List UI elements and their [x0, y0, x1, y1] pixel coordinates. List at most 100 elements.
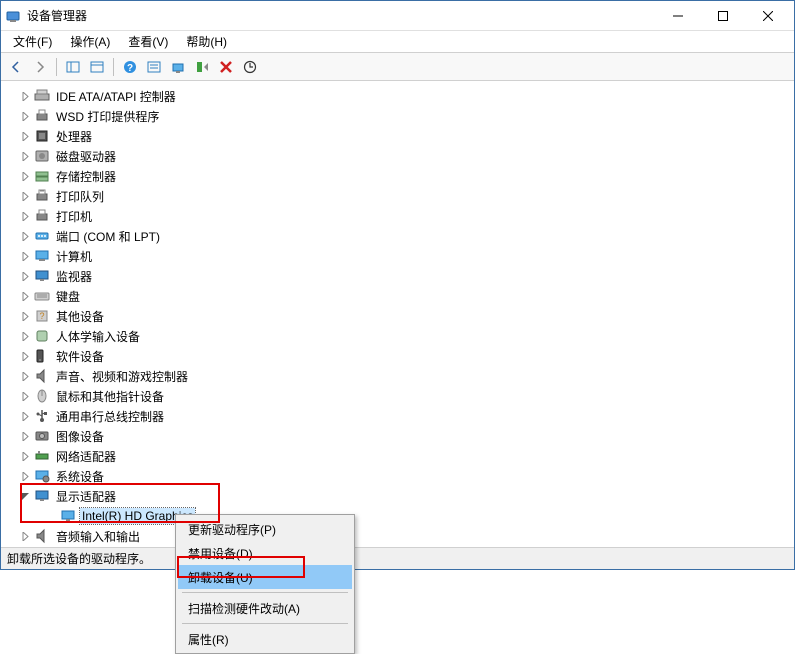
disable-button[interactable] — [191, 56, 213, 78]
app-icon — [5, 8, 21, 24]
tree-row[interactable]: ?其他设备 — [4, 306, 791, 326]
tree-row[interactable]: 软件设备 — [4, 346, 791, 366]
tree-row[interactable]: 磁盘驱动器 — [4, 146, 791, 166]
expand-icon[interactable] — [18, 332, 32, 341]
tree-row[interactable]: 监视器 — [4, 266, 791, 286]
tree-item-label: 打印队列 — [54, 187, 106, 206]
hid-icon — [34, 328, 50, 344]
ctx-scan-hardware[interactable]: 扫描检测硬件改动(A) — [178, 596, 352, 620]
device-tree[interactable]: IDE ATA/ATAPI 控制器WSD 打印提供程序处理器磁盘驱动器存储控制器… — [4, 84, 791, 544]
expand-icon[interactable] — [18, 112, 32, 121]
collapse-icon[interactable] — [18, 492, 32, 501]
tree-row[interactable]: 鼠标和其他指针设备 — [4, 386, 791, 406]
ctx-properties[interactable]: 属性(R) — [178, 627, 352, 651]
display-icon — [34, 488, 50, 504]
cpu-icon — [34, 128, 50, 144]
tree-row[interactable]: 键盘 — [4, 286, 791, 306]
tree-item-label: 显示适配器 — [54, 487, 118, 506]
expand-icon[interactable] — [18, 532, 32, 541]
expand-icon[interactable] — [18, 212, 32, 221]
port-icon — [34, 228, 50, 244]
tree-item-label: 人体学输入设备 — [54, 327, 142, 346]
tree-item-label: 图像设备 — [54, 427, 106, 446]
expand-icon[interactable] — [18, 252, 32, 261]
tree-row[interactable]: WSD 打印提供程序 — [4, 106, 791, 126]
storage-icon — [34, 168, 50, 184]
tree-row-intel-hd-graphics[interactable]: Intel(R) HD Graphics — [4, 506, 791, 526]
menu-action[interactable]: 操作(A) — [62, 31, 118, 52]
properties-button[interactable] — [86, 56, 108, 78]
content-area: IDE ATA/ATAPI 控制器WSD 打印提供程序处理器磁盘驱动器存储控制器… — [1, 81, 794, 547]
tree-item-label: 通用串行总线控制器 — [54, 407, 166, 426]
help-button[interactable]: ? — [119, 56, 141, 78]
tree-row-audio-io[interactable]: 音频输入和输出 — [4, 526, 791, 544]
ctx-separator — [182, 592, 348, 593]
expand-icon[interactable] — [18, 452, 32, 461]
menu-help[interactable]: 帮助(H) — [178, 31, 235, 52]
tree-row[interactable]: 计算机 — [4, 246, 791, 266]
show-hide-tree-button[interactable] — [62, 56, 84, 78]
ctx-update-driver[interactable]: 更新驱动程序(P) — [178, 517, 352, 541]
tree-row[interactable]: 存储控制器 — [4, 166, 791, 186]
tree-row[interactable]: 人体学输入设备 — [4, 326, 791, 346]
maximize-button[interactable] — [700, 1, 745, 30]
computer-icon — [34, 248, 50, 264]
expand-icon[interactable] — [18, 172, 32, 181]
ctx-disable-device[interactable]: 禁用设备(D) — [178, 541, 352, 565]
svg-text:?: ? — [127, 63, 133, 74]
system-icon — [34, 468, 50, 484]
close-button[interactable] — [745, 1, 790, 30]
menu-view[interactable]: 查看(V) — [120, 31, 176, 52]
tree-row[interactable]: 图像设备 — [4, 426, 791, 446]
menu-file[interactable]: 文件(F) — [5, 31, 60, 52]
monitor-icon — [34, 268, 50, 284]
tree-row-display-adapters[interactable]: 显示适配器 — [4, 486, 791, 506]
expand-icon[interactable] — [18, 312, 32, 321]
printer-icon — [34, 108, 50, 124]
expand-icon[interactable] — [18, 272, 32, 281]
tree-item-label: 音频输入和输出 — [54, 527, 142, 545]
expand-icon[interactable] — [18, 352, 32, 361]
tree-row[interactable]: 端口 (COM 和 LPT) — [4, 226, 791, 246]
update-driver-button[interactable] — [167, 56, 189, 78]
expand-icon[interactable] — [18, 192, 32, 201]
tree-item-label: 系统设备 — [54, 467, 106, 486]
mouse-icon — [34, 388, 50, 404]
tree-row[interactable]: 打印机 — [4, 206, 791, 226]
tree-row[interactable]: 通用串行总线控制器 — [4, 406, 791, 426]
expand-icon[interactable] — [18, 232, 32, 241]
tree-item-label: 其他设备 — [54, 307, 106, 326]
tree-row[interactable]: IDE ATA/ATAPI 控制器 — [4, 86, 791, 106]
expand-icon[interactable] — [18, 432, 32, 441]
scan-hardware-button[interactable] — [239, 56, 261, 78]
tree-row[interactable]: 打印队列 — [4, 186, 791, 206]
expand-icon[interactable] — [18, 152, 32, 161]
uninstall-button[interactable] — [215, 56, 237, 78]
expand-icon[interactable] — [18, 392, 32, 401]
toolbar-separator — [56, 58, 57, 76]
back-button[interactable] — [5, 56, 27, 78]
action-button[interactable] — [143, 56, 165, 78]
tree-item-label: 键盘 — [54, 287, 82, 306]
other-icon: ? — [34, 308, 50, 324]
expand-icon[interactable] — [18, 292, 32, 301]
expand-icon[interactable] — [18, 412, 32, 421]
window-title: 设备管理器 — [27, 7, 655, 24]
toolbar: ? — [1, 53, 794, 81]
expand-icon[interactable] — [18, 372, 32, 381]
expand-icon[interactable] — [18, 132, 32, 141]
tree-row[interactable]: 系统设备 — [4, 466, 791, 486]
minimize-button[interactable] — [655, 1, 700, 30]
toolbar-separator — [113, 58, 114, 76]
keyboard-icon — [34, 288, 50, 304]
forward-button[interactable] — [29, 56, 51, 78]
tree-item-label: 计算机 — [54, 247, 94, 266]
ctx-uninstall-device[interactable]: 卸载设备(U) — [178, 565, 352, 589]
tree-item-label: 打印机 — [54, 207, 94, 226]
tree-row[interactable]: 处理器 — [4, 126, 791, 146]
tree-row[interactable]: 声音、视频和游戏控制器 — [4, 366, 791, 386]
expand-icon[interactable] — [18, 472, 32, 481]
status-text: 卸载所选设备的驱动程序。 — [7, 550, 151, 567]
expand-icon[interactable] — [18, 92, 32, 101]
tree-row[interactable]: 网络适配器 — [4, 446, 791, 466]
